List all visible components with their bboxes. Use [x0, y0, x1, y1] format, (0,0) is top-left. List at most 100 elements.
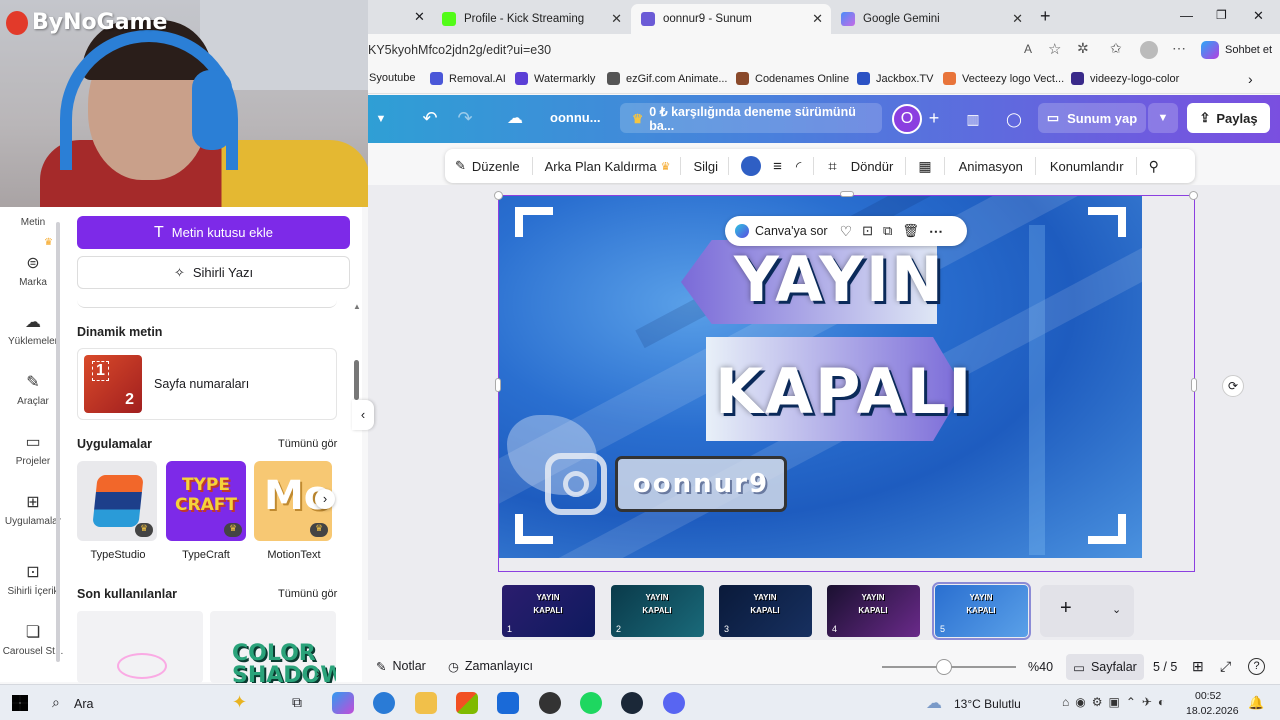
help-icon[interactable]: ? — [1248, 658, 1265, 675]
present-button[interactable]: ▭ Sunum yap — [1038, 103, 1146, 133]
position-button[interactable]: Konumlandır — [1050, 159, 1124, 174]
panel-scrollbar[interactable] — [354, 360, 359, 400]
recent-item[interactable] — [77, 611, 203, 683]
bookmark[interactable]: Vecteezy logo Vect... — [943, 72, 1064, 85]
store-app-icon[interactable] — [456, 692, 478, 714]
maximize-icon[interactable]: ❐ — [1216, 8, 1227, 22]
resize-handle[interactable] — [495, 378, 501, 392]
clock-date[interactable]: 18.02.2026 — [1186, 705, 1239, 717]
obs-app-icon[interactable] — [539, 692, 561, 714]
task-view-icon[interactable]: ⧉ — [292, 694, 302, 711]
insights-icon[interactable]: ▥ — [962, 108, 984, 130]
notification-icon[interactable]: 🔔 — [1248, 695, 1264, 711]
cloud-save-icon[interactable]: ☁ — [503, 106, 527, 130]
see-all-link[interactable]: Tümünü gör — [278, 438, 337, 450]
bookmark[interactable]: Watermarkly — [515, 72, 595, 85]
doc-title[interactable]: oonnu... — [550, 110, 601, 125]
zoom-slider[interactable] — [882, 659, 1016, 675]
favorites-icon[interactable]: ✩ — [1110, 40, 1122, 57]
bookmark[interactable]: Syoutube — [369, 72, 415, 84]
discord-app-icon[interactable] — [663, 692, 685, 714]
tab-gemini[interactable]: Google Gemini ✕ — [831, 4, 1031, 34]
profile-avatar[interactable] — [1140, 41, 1158, 59]
duplicate-icon[interactable]: ⧉ — [883, 223, 892, 239]
tray-icons[interactable]: ⌂◉⚙▣⌃✈◐ — [1062, 695, 1171, 709]
zoom-slider-knob[interactable] — [936, 659, 952, 675]
explorer-app-icon[interactable] — [415, 692, 437, 714]
carousel-next-icon[interactable]: › — [316, 665, 321, 681]
copy-style-icon[interactable]: ⚲ — [1149, 158, 1159, 175]
copilot-label[interactable]: Sohbet et — [1225, 44, 1272, 56]
close-window-icon[interactable]: ✕ — [1253, 8, 1264, 24]
close-icon[interactable]: ✕ — [414, 9, 425, 25]
chevron-down-icon[interactable]: ⌄ — [1112, 603, 1121, 616]
share-button[interactable]: ⇪ Paylaş — [1187, 103, 1270, 133]
resize-handle[interactable] — [1189, 191, 1198, 200]
add-textbox-button[interactable]: T Metin kutusu ekle — [77, 216, 350, 249]
extensions-icon[interactable]: ✲ — [1077, 40, 1089, 57]
minimize-icon[interactable]: — — [1180, 8, 1193, 23]
slide-thumb-4[interactable]: YAYIN KAPALI 4 — [827, 585, 920, 637]
slide-thumb-2[interactable]: YAYIN KAPALI 2 — [611, 585, 704, 637]
favorite-icon[interactable]: ☆ — [1048, 40, 1061, 58]
ask-canva-button[interactable]: Canva'ya sor — [755, 224, 828, 238]
crop-icon[interactable]: ⌗ — [828, 158, 836, 175]
trial-banner[interactable]: ♛ 0 ₺ karşılığında deneme sürümünü ba... — [620, 103, 882, 133]
clock-time[interactable]: 00:52 — [1195, 690, 1221, 702]
bookmark[interactable]: Jackbox.TV — [857, 72, 933, 85]
resize-handle[interactable] — [1191, 378, 1197, 392]
taskbar-search[interactable]: Ara — [74, 697, 93, 711]
scroll-up-icon[interactable]: ▲ — [353, 302, 361, 311]
undo-icon[interactable]: ↶ — [418, 106, 442, 130]
redo-icon[interactable]: ↷ — [453, 106, 477, 130]
color-swatch[interactable] — [741, 156, 762, 176]
weather-text[interactable]: 13°C Bulutlu — [954, 697, 1021, 711]
lock-icon[interactable]: ⊡ — [862, 223, 873, 239]
more-icon[interactable]: ⋯ — [929, 223, 943, 240]
timer-button[interactable]: ◷ Zamanlayıcı — [448, 659, 533, 674]
bookmark[interactable]: Codenames Online — [736, 72, 849, 85]
app-typecraft[interactable]: TYPE CRAFT ♛ — [166, 461, 246, 541]
add-collaborator-icon[interactable]: + — [924, 107, 944, 129]
present-dropdown[interactable]: ▼ — [1148, 103, 1178, 133]
collapse-panel-button[interactable]: ‹ — [352, 400, 374, 430]
zoom-value[interactable]: %40 — [1028, 660, 1053, 674]
bookmark[interactable]: Removal.AI — [430, 72, 506, 85]
carousel-next-icon[interactable]: › — [315, 489, 335, 509]
slide-thumb-1[interactable]: YAYIN KAPALI 1 — [502, 585, 595, 637]
search-icon[interactable]: ⌕ — [52, 694, 60, 711]
see-all-link[interactable]: Tümünü gör — [278, 588, 337, 600]
chevron-down-icon[interactable]: ▼ — [372, 110, 390, 128]
slide-thumb-3[interactable]: YAYIN KAPALI 3 — [719, 585, 812, 637]
close-icon[interactable]: ✕ — [611, 11, 622, 27]
bg-remove-button[interactable]: Arka Plan Kaldırma — [545, 159, 657, 174]
comment-icon[interactable]: ◯ — [1003, 108, 1025, 130]
fullscreen-icon[interactable]: ⤢ — [1220, 658, 1231, 675]
magic-write-button[interactable]: ✧ Sihirli Yazı — [77, 256, 350, 289]
rotate-button[interactable]: Döndür — [851, 159, 894, 174]
trash-icon[interactable]: 🗑 — [902, 223, 919, 239]
border-style-icon[interactable]: ≡ — [773, 158, 782, 175]
resize-handle[interactable] — [494, 191, 503, 200]
more-icon[interactable]: ⋯ — [1172, 40, 1186, 57]
add-page-button[interactable]: + ⌄ — [1040, 585, 1134, 637]
chevron-right-icon[interactable]: › — [1248, 71, 1253, 87]
transparency-icon[interactable]: ▦ — [918, 158, 931, 175]
tab-kick[interactable]: Profile - Kick Streaming ✕ — [432, 4, 630, 34]
avatar[interactable]: O — [892, 104, 922, 134]
widgets-sparkle-icon[interactable]: ✦ — [232, 692, 247, 713]
page-numbers-card[interactable]: 1 2 Sayfa numaraları — [77, 348, 337, 420]
bookmark[interactable]: ezGif.com Animate... — [607, 72, 727, 85]
comment-add-icon[interactable]: ♡ — [840, 223, 853, 240]
url-field[interactable]: KY5kyohMfco2jdn2g/edit?ui=e30 — [368, 43, 551, 57]
corner-rounding-icon[interactable]: ◜ — [796, 158, 801, 175]
resize-handle[interactable] — [840, 191, 854, 197]
edit-button[interactable]: Düzenle — [472, 159, 520, 174]
steam-app-icon[interactable] — [621, 692, 643, 714]
close-icon[interactable]: ✕ — [812, 11, 823, 27]
tab-canva[interactable]: oonnur9 - Sunum ✕ — [631, 4, 831, 34]
app-typestudio[interactable]: ♛ — [77, 461, 157, 541]
mail-app-icon[interactable] — [497, 692, 519, 714]
windows-start-icon[interactable] — [12, 695, 28, 711]
pages-button[interactable]: ▭ Sayfalar — [1066, 654, 1144, 680]
